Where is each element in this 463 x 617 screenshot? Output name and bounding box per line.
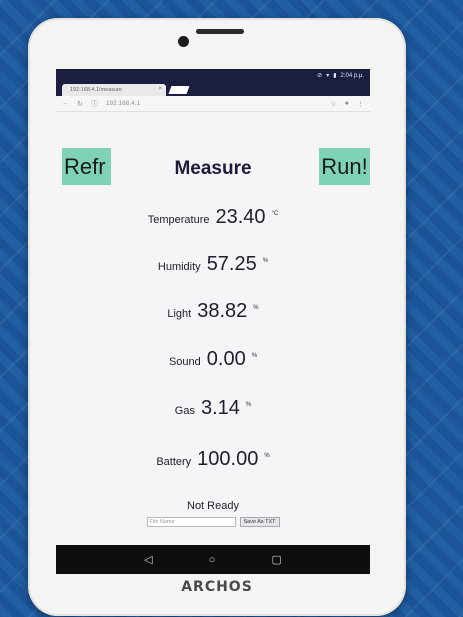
star-icon[interactable]: ☆ bbox=[330, 100, 336, 108]
reading-value: 3.14 bbox=[200, 397, 240, 419]
new-tab-button[interactable] bbox=[168, 86, 190, 94]
reading-light: Light 38.82 % bbox=[56, 300, 370, 323]
status-bar: ⊘ ▾ ▮ 2:04 p.μ. bbox=[56, 69, 370, 82]
reading-unit: % bbox=[251, 353, 258, 359]
tablet-device: ⊘ ▾ ▮ 2:04 p.μ. 192.168.4.1/measure × ← … bbox=[28, 18, 406, 616]
reading-unit: % bbox=[253, 305, 259, 311]
mic-icon[interactable]: ● bbox=[345, 100, 349, 107]
save-txt-button[interactable]: Save As TXT bbox=[239, 517, 280, 527]
web-page: Refr Run! Measure Temperature 23.40 °C H… bbox=[56, 112, 370, 545]
tablet-screen: ⊘ ▾ ▮ 2:04 p.μ. 192.168.4.1/measure × ← … bbox=[56, 69, 370, 574]
dnd-icon: ⊘ bbox=[317, 73, 323, 79]
camera-icon bbox=[178, 36, 189, 47]
wifi-icon: ▾ bbox=[326, 73, 330, 79]
reading-label: Sound bbox=[168, 356, 201, 368]
reading-sound: Sound 0.00 % bbox=[56, 348, 370, 371]
page-title: Measure bbox=[174, 158, 252, 179]
brand-logo: ARCHOS bbox=[181, 579, 253, 595]
back-icon[interactable]: ← bbox=[62, 100, 69, 107]
url-text[interactable]: 192.168.4.1 bbox=[106, 100, 323, 107]
reading-unit: % bbox=[262, 258, 269, 264]
reading-battery: Battery 100.00 % bbox=[56, 448, 370, 471]
reading-value: 38.82 bbox=[197, 300, 248, 322]
back-icon[interactable]: ◁ bbox=[144, 553, 152, 566]
reading-value: 0.00 bbox=[206, 348, 246, 370]
reading-unit: % bbox=[245, 402, 252, 408]
reading-label: Humidity bbox=[157, 261, 201, 273]
info-icon[interactable]: ⓘ bbox=[91, 99, 98, 109]
reading-label: Battery bbox=[156, 456, 192, 468]
recents-icon[interactable]: ▢ bbox=[272, 553, 282, 566]
reading-unit: °C bbox=[271, 211, 279, 217]
tab-title: 192.168.4.1/measure bbox=[70, 87, 122, 93]
reading-label: Light bbox=[167, 308, 192, 320]
refresh-icon[interactable]: ↻ bbox=[77, 100, 83, 108]
reading-value: 100.00 bbox=[197, 448, 259, 470]
address-bar[interactable]: ← ↻ ⓘ 192.168.4.1 ☆ ● ⋮ bbox=[56, 96, 370, 112]
tab-strip: 192.168.4.1/measure × bbox=[56, 82, 370, 96]
save-form: Save As TXT bbox=[56, 517, 370, 527]
reading-label: Gas bbox=[174, 405, 195, 417]
status-time: 2:04 p.μ. bbox=[340, 72, 364, 79]
menu-icon[interactable]: ⋮ bbox=[357, 100, 364, 108]
battery-icon: ▮ bbox=[333, 73, 337, 79]
speaker-grille bbox=[196, 29, 244, 34]
reading-unit: % bbox=[264, 453, 270, 459]
status-text: Not Ready bbox=[187, 500, 239, 512]
reading-humidity: Humidity 57.25 % bbox=[56, 253, 370, 276]
reading-label: Temperature bbox=[147, 214, 210, 226]
browser-tab[interactable]: 192.168.4.1/measure × bbox=[62, 84, 166, 96]
home-icon[interactable]: ○ bbox=[209, 554, 216, 566]
reading-value: 23.40 bbox=[215, 206, 266, 228]
reading-value: 57.25 bbox=[206, 253, 257, 275]
close-icon[interactable]: × bbox=[158, 86, 162, 92]
file-name-input[interactable] bbox=[146, 517, 236, 527]
reading-gas: Gas 3.14 % bbox=[56, 397, 370, 420]
reading-temperature: Temperature 23.40 °C bbox=[56, 206, 370, 229]
android-nav-bar: ◁ ○ ▢ bbox=[56, 545, 370, 574]
